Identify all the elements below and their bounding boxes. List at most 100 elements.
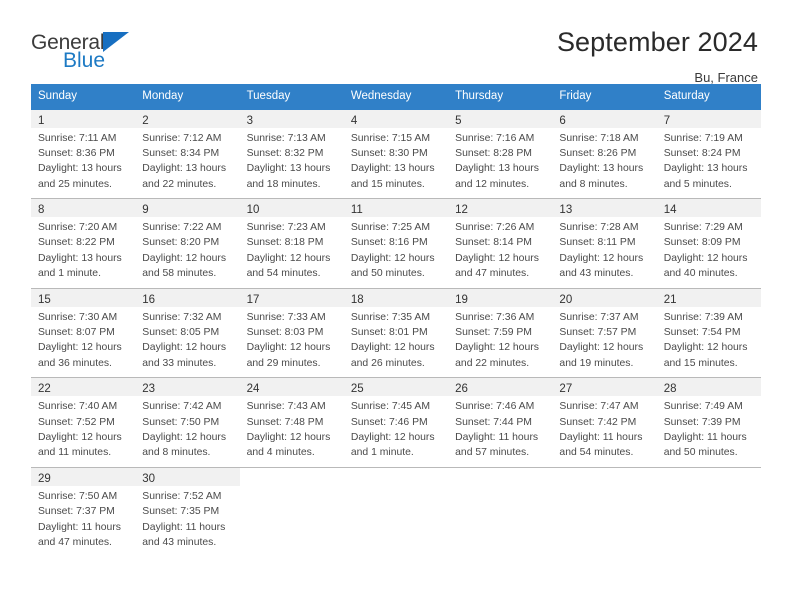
sunrise-text: Sunrise: 7:36 AM bbox=[455, 311, 535, 323]
day-sun-info: Sunrise: 7:33 AM Sunset: 8:03 PM Daylight:… bbox=[240, 307, 344, 378]
sunrise-text: Sunrise: 7:30 AM bbox=[38, 311, 118, 323]
sunset-text: Sunset: 8:18 PM bbox=[246, 237, 324, 249]
sunrise-text: Sunrise: 7:37 AM bbox=[559, 311, 639, 323]
sunrise-text: Sunrise: 7:25 AM bbox=[350, 222, 430, 234]
day-cell[interactable]: 1 Sunrise: 7:11 AM Sunset: 8:36 PM Daylight… bbox=[31, 109, 136, 199]
day-cell[interactable]: 26 Sunrise: 7:46 AM Sunset: 7:44 PM Dayligh… bbox=[448, 378, 553, 467]
calendar-week-row: 29 Sunrise: 7:50 AM Sunset: 7:37 PM Dayligh… bbox=[31, 466, 761, 557]
day-cell[interactable]: 27 Sunrise: 7:47 AM Sunset: 7:42 PM Dayligh… bbox=[552, 378, 657, 467]
sunset-text: Sunset: 8:20 PM bbox=[142, 237, 220, 249]
brand-logo[interactable]: General Blue bbox=[31, 28, 141, 71]
day-number: 3 bbox=[246, 114, 253, 127]
day-sun-info: Sunrise: 7:32 AM Sunset: 8:05 PM Daylight:… bbox=[135, 307, 239, 378]
day-cell[interactable]: 18 Sunrise: 7:35 AM Sunset: 8:01 PM Dayligh… bbox=[343, 288, 449, 378]
day-sun-info: Sunrise: 7:39 AM Sunset: 7:54 PM Daylight:… bbox=[657, 307, 761, 378]
daylight-text-line1: Daylight: 11 hours bbox=[559, 431, 643, 443]
day-cell[interactable]: 8 Sunrise: 7:20 AM Sunset: 8:22 PM Daylight… bbox=[31, 199, 136, 288]
day-cell[interactable]: 22 Sunrise: 7:40 AM Sunset: 7:52 PM Dayligh… bbox=[31, 378, 136, 467]
sunrise-text: Sunrise: 7:39 AM bbox=[663, 311, 743, 323]
day-number: 1 bbox=[38, 114, 45, 127]
day-cell[interactable]: 14 Sunrise: 7:29 AM Sunset: 8:09 PM Dayligh… bbox=[656, 199, 761, 288]
day-number-strip: 3 bbox=[239, 109, 344, 128]
day-cell[interactable]: 5 Sunrise: 7:16 AM Sunset: 8:28 PM Daylight… bbox=[448, 109, 553, 199]
daylight-text-line1: Daylight: 13 hours bbox=[142, 163, 227, 175]
day-sun-info bbox=[448, 486, 552, 495]
day-sun-info: Sunrise: 7:52 AM Sunset: 7:35 PM Daylight:… bbox=[135, 486, 239, 557]
sunset-text: Sunset: 7:52 PM bbox=[38, 416, 115, 428]
day-number-strip: 22 bbox=[31, 378, 136, 397]
daylight-text-line2: and 15 minutes. bbox=[350, 178, 425, 190]
day-cell[interactable]: 28 Sunrise: 7:49 AM Sunset: 7:39 PM Dayligh… bbox=[656, 378, 761, 467]
daylight-text-line1: Daylight: 13 hours bbox=[246, 163, 331, 175]
day-number: 15 bbox=[38, 293, 51, 306]
day-number: 7 bbox=[663, 114, 671, 127]
daylight-text-line1: Daylight: 12 hours bbox=[350, 252, 435, 264]
day-number: 14 bbox=[663, 204, 677, 217]
weekday-header-row: Sunday Monday Tuesday Wednesday Thursday Frid… bbox=[31, 84, 761, 110]
day-number-strip bbox=[240, 468, 344, 486]
day-cell[interactable]: 6 Sunrise: 7:18 AM Sunset: 8:26 PM Daylight… bbox=[552, 109, 657, 199]
sunrise-text: Sunrise: 7:50 AM bbox=[38, 490, 118, 502]
day-number-strip bbox=[448, 468, 552, 486]
day-number: 9 bbox=[142, 204, 149, 217]
day-sun-info: Sunrise: 7:46 AM Sunset: 7:44 PM Daylight:… bbox=[448, 396, 552, 467]
day-number: 25 bbox=[350, 383, 364, 396]
calendar-page: General Blue September 2024 Bu, France S… bbox=[0, 0, 792, 612]
sunrise-text: Sunrise: 7:26 AM bbox=[455, 222, 535, 234]
day-cell[interactable]: 11 Sunrise: 7:25 AM Sunset: 8:16 PM Dayligh… bbox=[343, 199, 449, 288]
day-cell[interactable]: 23 Sunrise: 7:42 AM Sunset: 7:50 PM Dayligh… bbox=[135, 378, 240, 467]
day-cell[interactable]: 9 Sunrise: 7:22 AM Sunset: 8:20 PM Daylight… bbox=[135, 199, 240, 288]
day-sun-info: Sunrise: 7:25 AM Sunset: 8:16 PM Daylight:… bbox=[344, 217, 448, 288]
day-sun-info: Sunrise: 7:29 AM Sunset: 8:09 PM Daylight:… bbox=[657, 217, 761, 288]
day-cell[interactable]: 19 Sunrise: 7:36 AM Sunset: 7:59 PM Dayligh… bbox=[448, 288, 553, 378]
day-cell[interactable]: 4 Sunrise: 7:15 AM Sunset: 8:30 PM Daylight… bbox=[343, 109, 449, 199]
day-cell[interactable]: 24 Sunrise: 7:43 AM Sunset: 7:48 PM Dayligh… bbox=[239, 378, 344, 467]
daylight-text-line2: and 26 minutes. bbox=[350, 357, 425, 369]
day-cell[interactable]: 13 Sunrise: 7:28 AM Sunset: 8:11 PM Dayligh… bbox=[552, 199, 657, 288]
day-cell[interactable]: 25 Sunrise: 7:45 AM Sunset: 7:46 PM Dayligh… bbox=[343, 378, 449, 467]
day-number-strip: 2 bbox=[135, 109, 240, 128]
day-sun-info: Sunrise: 7:19 AM Sunset: 8:24 PM Daylight:… bbox=[657, 128, 761, 199]
day-number-strip: 11 bbox=[343, 199, 449, 218]
sunset-text: Sunset: 8:22 PM bbox=[38, 237, 115, 249]
sunrise-text: Sunrise: 7:35 AM bbox=[350, 311, 430, 323]
daylight-text-line1: Daylight: 13 hours bbox=[559, 163, 644, 175]
calendar-week-row: 22 Sunrise: 7:40 AM Sunset: 7:52 PM Dayligh… bbox=[31, 377, 761, 467]
day-cell[interactable]: 30 Sunrise: 7:52 AM Sunset: 7:35 PM Dayligh… bbox=[135, 467, 240, 557]
day-number-strip: 27 bbox=[552, 378, 657, 397]
daylight-text-line1: Daylight: 13 hours bbox=[455, 163, 539, 175]
day-number-strip: 13 bbox=[552, 199, 657, 218]
sunrise-text: Sunrise: 7:16 AM bbox=[455, 132, 535, 144]
day-cell[interactable]: 17 Sunrise: 7:33 AM Sunset: 8:03 PM Dayligh… bbox=[239, 288, 344, 378]
day-sun-info: Sunrise: 7:28 AM Sunset: 8:11 PM Daylight:… bbox=[552, 217, 656, 288]
calendar-week-row: 15 Sunrise: 7:30 AM Sunset: 8:07 PM Dayligh… bbox=[31, 287, 761, 378]
day-cell[interactable]: 3 Sunrise: 7:13 AM Sunset: 8:32 PM Daylight… bbox=[239, 109, 344, 199]
day-sun-info: Sunrise: 7:37 AM Sunset: 7:57 PM Daylight:… bbox=[552, 307, 656, 378]
day-number-strip: 1 bbox=[31, 109, 136, 128]
sunrise-text: Sunrise: 7:19 AM bbox=[663, 132, 743, 144]
day-sun-info bbox=[344, 486, 448, 495]
day-number-strip bbox=[657, 468, 761, 486]
daylight-text-line1: Daylight: 12 hours bbox=[38, 431, 122, 443]
daylight-text-line2: and 33 minutes. bbox=[142, 357, 217, 369]
day-cell[interactable]: 21 Sunrise: 7:39 AM Sunset: 7:54 PM Dayligh… bbox=[656, 288, 761, 378]
day-cell[interactable]: 20 Sunrise: 7:37 AM Sunset: 7:57 PM Dayligh… bbox=[552, 288, 657, 378]
sunset-text: Sunset: 7:48 PM bbox=[246, 416, 324, 428]
day-sun-info: Sunrise: 7:11 AM Sunset: 8:36 PM Daylight:… bbox=[31, 128, 135, 199]
day-sun-info: Sunrise: 7:18 AM Sunset: 8:26 PM Daylight:… bbox=[552, 128, 656, 199]
day-cell[interactable]: 12 Sunrise: 7:26 AM Sunset: 8:14 PM Dayligh… bbox=[448, 199, 553, 288]
day-cell[interactable]: 7 Sunrise: 7:19 AM Sunset: 8:24 PM Daylight… bbox=[656, 109, 761, 199]
day-number: 24 bbox=[246, 383, 260, 396]
day-cell[interactable]: 2 Sunrise: 7:12 AM Sunset: 8:34 PM Daylight… bbox=[135, 109, 240, 199]
page-subtitle: Bu, France bbox=[694, 69, 758, 85]
day-cell[interactable]: 15 Sunrise: 7:30 AM Sunset: 8:07 PM Dayligh… bbox=[31, 288, 136, 378]
day-number: 26 bbox=[455, 383, 468, 396]
day-cell[interactable]: 10 Sunrise: 7:23 AM Sunset: 8:18 PM Dayligh… bbox=[239, 199, 344, 288]
daylight-text-line2: and 43 minutes. bbox=[142, 536, 217, 548]
sunrise-text: Sunrise: 7:40 AM bbox=[38, 401, 118, 413]
daylight-text-line2: and 54 minutes. bbox=[559, 447, 634, 459]
sunrise-text: Sunrise: 7:23 AM bbox=[246, 222, 326, 234]
day-cell[interactable]: 29 Sunrise: 7:50 AM Sunset: 7:37 PM Dayligh… bbox=[31, 467, 136, 557]
day-cell[interactable]: 16 Sunrise: 7:32 AM Sunset: 8:05 PM Dayligh… bbox=[135, 288, 240, 378]
day-number-strip: 9 bbox=[135, 199, 240, 218]
